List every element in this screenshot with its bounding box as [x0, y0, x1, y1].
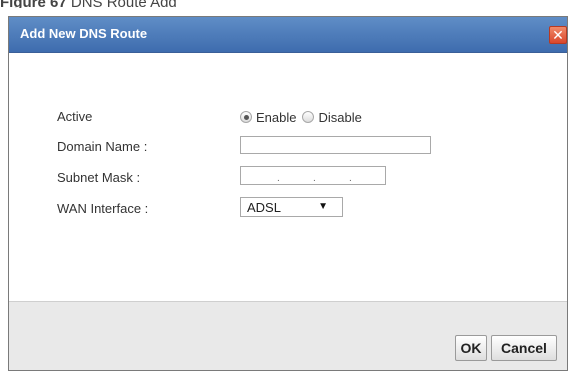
- wan-interface-value: ADSL: [247, 200, 281, 215]
- cancel-button[interactable]: Cancel: [491, 335, 557, 361]
- wan-interface-select[interactable]: ADSL ▼: [240, 197, 343, 217]
- domain-name-input[interactable]: [240, 136, 431, 154]
- dialog-body: Active Enable Disable Domain Name : Subn…: [9, 54, 567, 301]
- dialog-titlebar: Add New DNS Route ✕: [9, 17, 567, 53]
- domain-name-label: Domain Name :: [57, 139, 148, 154]
- active-radio-group: Enable Disable: [240, 107, 368, 127]
- dialog-footer: OK Cancel: [9, 301, 567, 370]
- add-dns-route-dialog: Add New DNS Route ✕ Active Enable Disabl…: [8, 16, 568, 371]
- ip-separator: .: [277, 173, 280, 184]
- domain-name-row: Domain Name :: [9, 135, 567, 159]
- ip-separator: .: [349, 173, 352, 184]
- close-button[interactable]: ✕: [549, 26, 567, 44]
- figure-caption: Figure 67 DNS Route Add: [0, 0, 400, 8]
- radio-selected-dot: [243, 114, 249, 120]
- subnet-mask-label: Subnet Mask :: [57, 170, 141, 185]
- wan-interface-row: WAN Interface : ADSL ▼: [9, 197, 567, 221]
- figure-label: Figure 67: [0, 0, 67, 8]
- figure-title: DNS Route Add: [71, 0, 177, 8]
- ip-separator: .: [313, 173, 316, 184]
- ok-button[interactable]: OK: [455, 335, 487, 361]
- subnet-mask-row: Subnet Mask : . . .: [9, 166, 567, 190]
- dialog-title: Add New DNS Route: [20, 26, 148, 41]
- subnet-mask-input[interactable]: . . .: [240, 166, 386, 185]
- wan-interface-label: WAN Interface :: [57, 201, 149, 216]
- enable-radio-label[interactable]: Enable: [256, 110, 296, 125]
- enable-radio[interactable]: [240, 111, 252, 123]
- chevron-down-icon: ▼: [318, 201, 328, 212]
- active-row: Active Enable Disable: [9, 105, 567, 129]
- disable-radio-label[interactable]: Disable: [318, 110, 361, 125]
- disable-radio[interactable]: [302, 111, 315, 123]
- active-label: Active: [57, 109, 93, 124]
- close-icon: ✕: [552, 27, 564, 43]
